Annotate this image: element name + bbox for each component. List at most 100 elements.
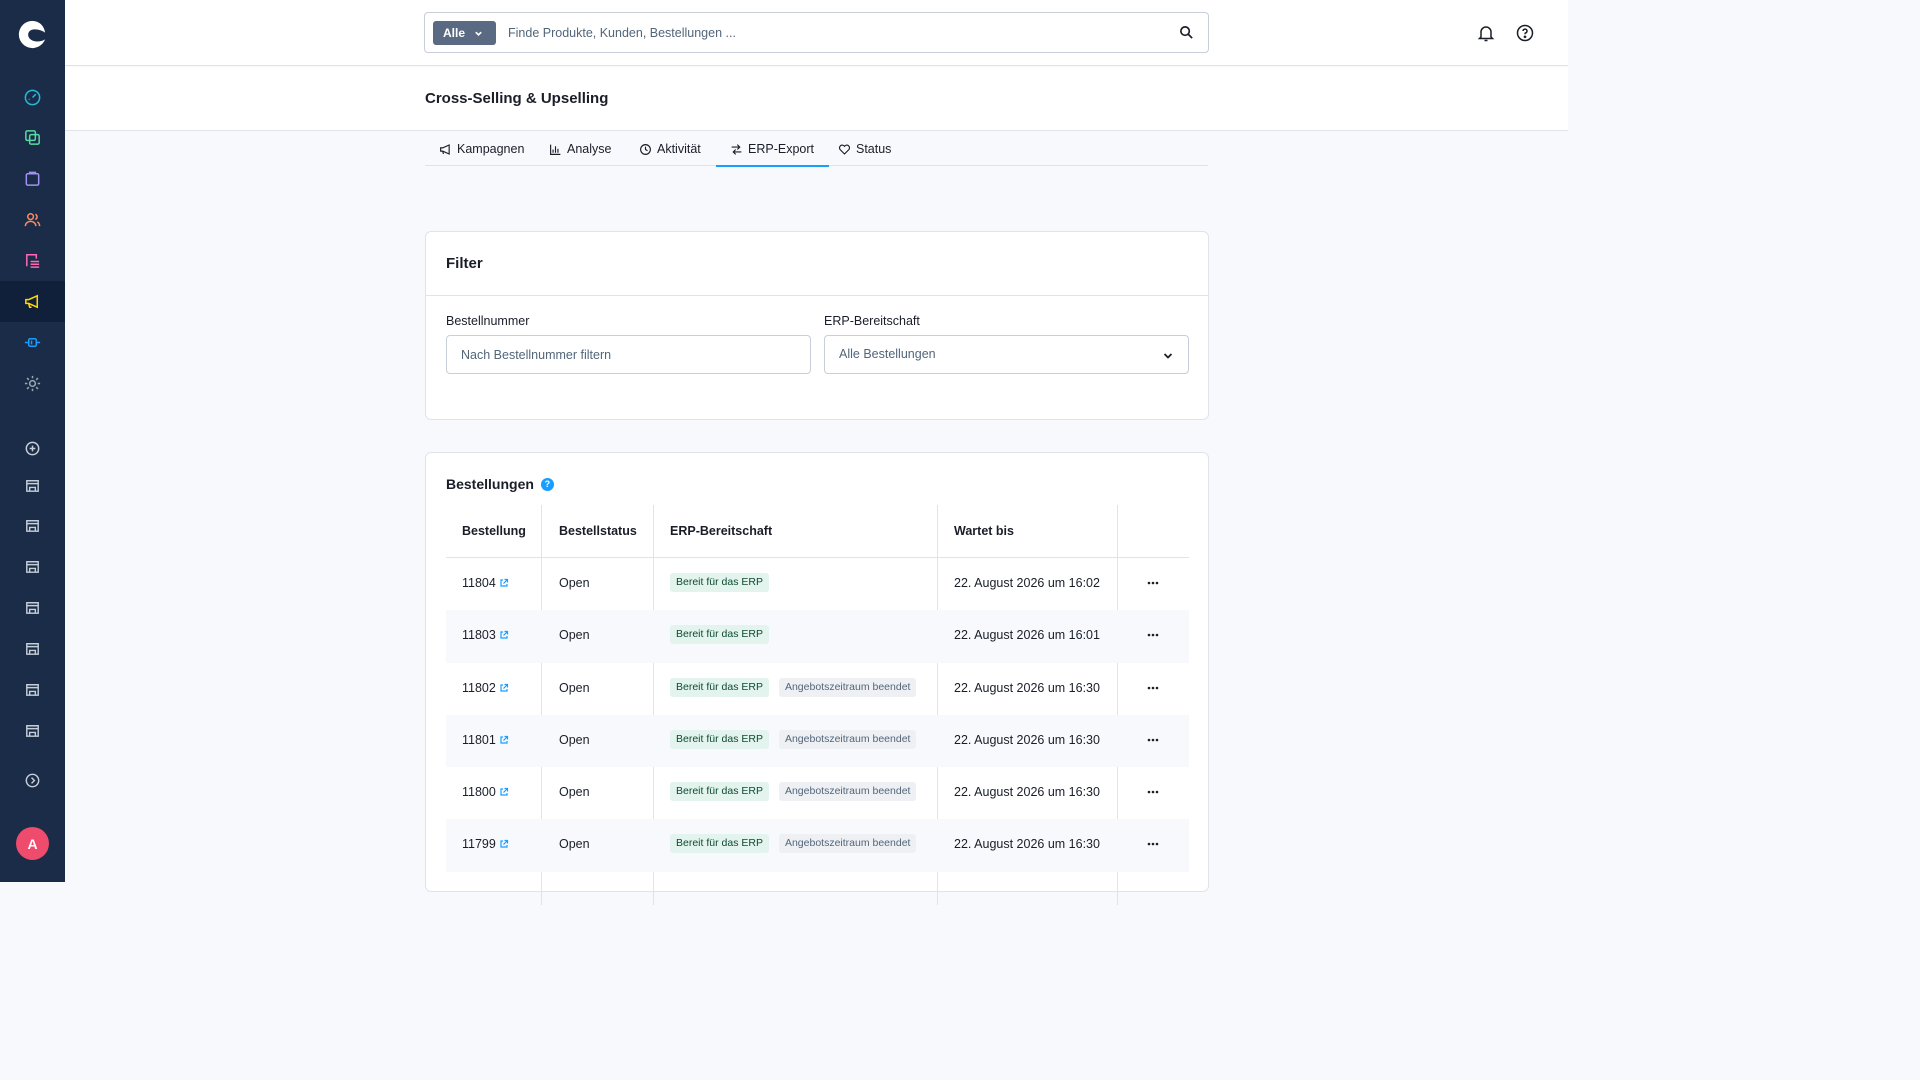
- table-row: 11799 Open Bereit für das ERP Angebotszei…: [446, 819, 1189, 872]
- more-options-icon[interactable]: [1146, 733, 1160, 747]
- bar-chart-icon: [550, 144, 561, 155]
- tab-bar: Kampagnen Analyse Aktivität ERP-Export S…: [425, 132, 1208, 167]
- shopware-logo-icon[interactable]: [17, 19, 48, 50]
- order-link[interactable]: 11799: [462, 837, 509, 851]
- content-list-icon: [26, 254, 40, 268]
- sidebar-item-customers[interactable]: [0, 199, 65, 240]
- storefront-icon: [26, 561, 39, 573]
- sidebar-add-sales-channel[interactable]: [0, 428, 65, 469]
- sidebar-sales-channel-3[interactable]: [0, 546, 65, 587]
- erp-ready-badge: Bereit für das ERP: [670, 625, 769, 645]
- chevron-down-icon: [1163, 353, 1173, 359]
- help-icon[interactable]: [1515, 23, 1535, 43]
- sidebar-item-marketing[interactable]: [0, 281, 65, 322]
- erp-badges: Bereit für das ERP: [670, 573, 769, 592]
- erp-readiness-select[interactable]: Alle Bestellungen: [824, 335, 1189, 374]
- search-type-select[interactable]: Alle: [433, 21, 496, 45]
- more-options-icon[interactable]: [1146, 785, 1160, 799]
- order-link[interactable]: 11800: [462, 785, 509, 799]
- offer-ended-badge: Angebotszeitraum beendet: [778, 834, 917, 854]
- sidebar-item-dashboard[interactable]: [0, 77, 65, 118]
- tab-analyse[interactable]: Analyse: [549, 132, 611, 166]
- waits-until: 22. August 2026 um 16:30: [954, 837, 1100, 852]
- order-link[interactable]: 11803: [462, 628, 509, 642]
- erp-ready-badge: Bereit für das ERP: [670, 729, 769, 749]
- offer-ended-badge: Angebotszeitraum beendet: [778, 782, 917, 802]
- bell-icon[interactable]: [1476, 23, 1496, 43]
- tab-erp-export[interactable]: ERP-Export: [716, 132, 829, 167]
- sidebar-sales-channel-5[interactable]: [0, 628, 65, 669]
- filter-title: Filter: [446, 255, 483, 272]
- chevron-down-icon: [475, 31, 482, 36]
- heart-icon: [838, 144, 851, 155]
- orders-title: Bestellungen ?: [446, 476, 554, 492]
- external-link-icon: [500, 735, 508, 744]
- external-link-icon: [500, 840, 508, 849]
- order-number: 11800: [462, 785, 496, 800]
- more-options-icon[interactable]: [1146, 837, 1160, 851]
- order-number-label: Bestellnummer: [446, 314, 530, 328]
- column-header-status[interactable]: Bestellstatus: [559, 524, 637, 538]
- waits-until: 22. August 2026 um 16:30: [954, 732, 1100, 747]
- sidebar-sales-channel-1[interactable]: [0, 465, 65, 506]
- search-input[interactable]: [508, 22, 1148, 44]
- sidebar-item-content[interactable]: [0, 240, 65, 281]
- waits-until: 22. August 2026 um 16:02: [954, 576, 1100, 590]
- order-link[interactable]: 11802: [462, 681, 509, 695]
- storefront-icon: [26, 480, 39, 492]
- more-options-icon[interactable]: [1146, 628, 1160, 642]
- order-number-input[interactable]: [447, 336, 810, 373]
- column-header-order[interactable]: Bestellung: [462, 524, 526, 538]
- column-header-erp[interactable]: ERP-Bereitschaft: [670, 524, 772, 538]
- sidebar-sales-channel-7[interactable]: [0, 710, 65, 751]
- sidebar-item-catalogues[interactable]: [0, 117, 65, 158]
- more-options-icon[interactable]: [1146, 576, 1160, 590]
- tab-aktivitaet[interactable]: Aktivität: [639, 132, 701, 166]
- more-options-icon[interactable]: [1146, 681, 1160, 695]
- table-row: 11803 Open Bereit für das ERP 22. August…: [446, 610, 1189, 663]
- column-header-waits-until[interactable]: Wartet bis: [954, 524, 1014, 538]
- storefront-icon: [26, 643, 39, 655]
- megaphone-icon: [440, 143, 450, 155]
- tab-kampagnen[interactable]: Kampagnen: [439, 132, 524, 166]
- search-icon[interactable]: [1179, 25, 1194, 40]
- tab-label: Aktivität: [657, 142, 701, 156]
- sidebar-sales-channel-4[interactable]: [0, 587, 65, 628]
- order-link[interactable]: 11804: [462, 576, 509, 590]
- arrows-exchange-icon: [731, 143, 742, 155]
- order-number: 11803: [462, 628, 496, 643]
- order-status: Open: [559, 628, 590, 643]
- user-avatar[interactable]: A: [16, 827, 49, 860]
- erp-badges: Bereit für das ERP Angebotszeitraum beend…: [670, 729, 917, 749]
- order-link[interactable]: 11801: [462, 733, 509, 747]
- table-header: Bestellung Bestellstatus ERP-Bereitschaf…: [446, 505, 1189, 558]
- order-number: 11804: [462, 576, 496, 590]
- sidebar-sales-channel-6[interactable]: [0, 669, 65, 710]
- order-status: Open: [559, 576, 590, 590]
- erp-badges: Bereit für das ERP Angebotszeitraum beend…: [670, 677, 917, 697]
- sidebar-expand-toggle[interactable]: [0, 760, 65, 801]
- external-link-icon: [500, 788, 508, 796]
- storefront-icon: [26, 602, 39, 614]
- external-link-icon: [500, 631, 508, 639]
- copy-icon: [25, 130, 40, 145]
- sidebar-item-settings[interactable]: [0, 363, 65, 404]
- topbar: Alle: [65, 0, 1568, 66]
- erp-badges: Bereit für das ERP Angebotszeitraum beend…: [670, 782, 917, 802]
- chevron-right-circle-icon: [25, 773, 40, 788]
- help-icon[interactable]: ?: [540, 477, 554, 491]
- storefront-icon: [26, 725, 39, 737]
- orders-card: Bestellungen ? Bestellung Bestellstatus …: [425, 452, 1209, 905]
- plus-circle-icon: [25, 441, 40, 456]
- admin-sidebar: A: [0, 0, 65, 882]
- order-status: Open: [559, 732, 590, 747]
- sidebar-sales-channel-2[interactable]: [0, 505, 65, 546]
- tab-status[interactable]: Status: [838, 132, 891, 166]
- sidebar-item-orders[interactable]: [0, 158, 65, 199]
- table-row: 11802 Open Bereit für das ERP Angebotszei…: [446, 663, 1189, 715]
- gear-icon: [24, 375, 41, 392]
- sidebar-item-extensions[interactable]: [0, 322, 65, 363]
- waits-until: 22. August 2026 um 16:01: [954, 628, 1100, 643]
- order-status: Open: [559, 785, 590, 800]
- order-number-field: [446, 335, 811, 374]
